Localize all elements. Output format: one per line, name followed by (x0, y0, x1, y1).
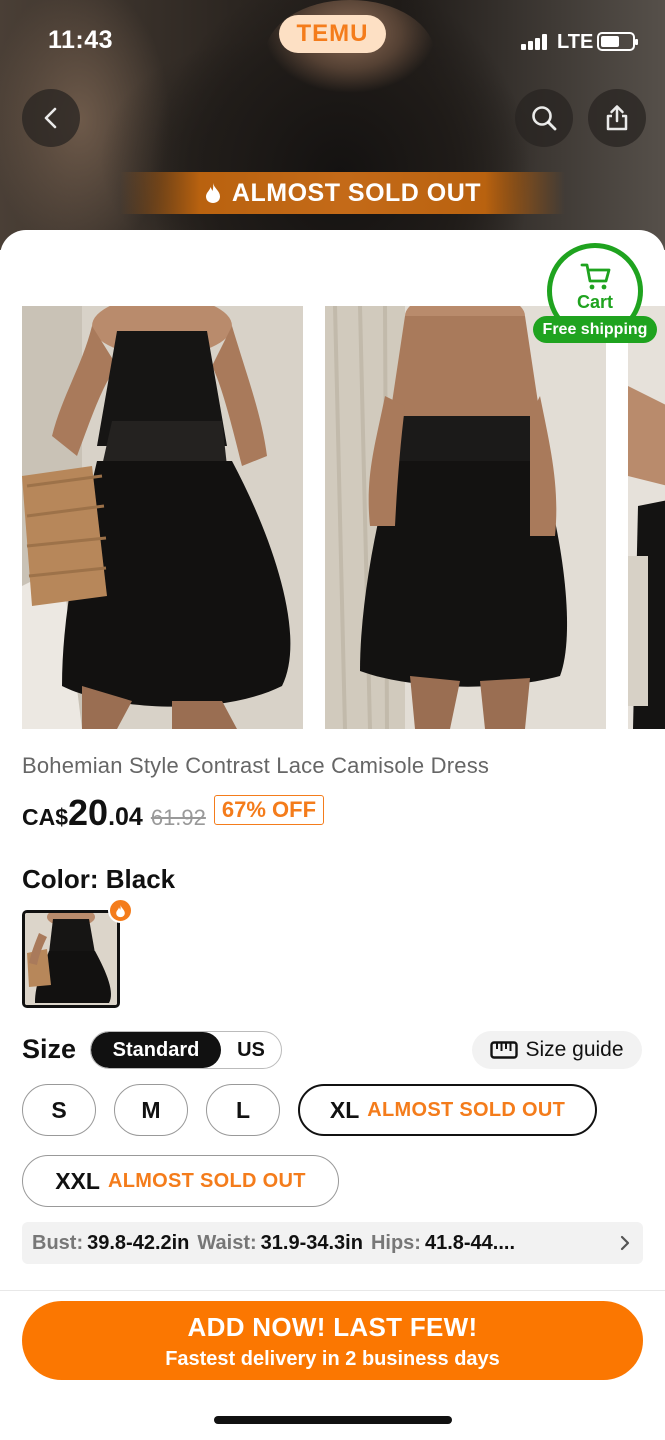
measure-key-hips: Hips: (370, 1231, 421, 1254)
size-option-xl[interactable]: XL ALMOST SOLD OUT (298, 1084, 597, 1136)
cta-sub-label: Fastest delivery in 2 business days (165, 1348, 500, 1370)
size-option-xxl[interactable]: XXL ALMOST SOLD OUT (22, 1155, 339, 1207)
stock-warning: ALMOST SOLD OUT (367, 1098, 566, 1121)
size-name: XXL (55, 1167, 100, 1194)
share-icon (606, 105, 628, 131)
size-guide-label: Size guide (525, 1038, 624, 1061)
chevron-right-icon (615, 1232, 635, 1254)
product-photo-next[interactable] (628, 306, 665, 729)
measure-key-waist: Waist: (197, 1231, 257, 1254)
cart-icon (580, 263, 611, 290)
measure-value-hips: 41.8-44.... (424, 1231, 516, 1254)
price-currency: CA$ (22, 804, 69, 830)
signal-icon (521, 34, 547, 50)
size-name: M (141, 1096, 161, 1123)
back-chevron-icon (44, 107, 57, 129)
measure-value-waist: 31.9-34.3in (260, 1231, 363, 1254)
flame-icon (116, 904, 125, 917)
stock-warning: ALMOST SOLD OUT (107, 1169, 306, 1192)
almost-sold-out-banner: ALMOST SOLD OUT (120, 172, 565, 214)
size-name: L (235, 1096, 251, 1123)
status-bar: 11:43 TEMU LTE (0, 0, 665, 80)
size-label: Size (22, 1034, 77, 1064)
product-gallery[interactable] (0, 306, 665, 730)
size-name: S (51, 1096, 67, 1123)
size-guide-button[interactable]: Size guide (472, 1031, 642, 1069)
divider (0, 1290, 665, 1291)
color-label: Color: Black (22, 864, 176, 894)
price-integer: 20 (68, 792, 109, 833)
back-button[interactable] (22, 89, 80, 147)
product-title: Bohemian Style Contrast Lace Camisole Dr… (22, 753, 490, 778)
color-swatch-black[interactable] (22, 910, 120, 1008)
product-photo-back[interactable] (325, 306, 606, 729)
search-button[interactable] (515, 89, 573, 147)
status-time: 11:43 (48, 26, 114, 54)
size-option-m[interactable]: M (114, 1084, 188, 1136)
price-decimal: .04 (108, 803, 143, 831)
unit-standard[interactable]: Standard (91, 1032, 221, 1068)
add-to-cart-button[interactable]: ADD NOW! LAST FEW! Fastest delivery in 2… (22, 1301, 643, 1380)
battery-icon (597, 32, 638, 51)
size-option-s[interactable]: S (22, 1084, 96, 1136)
home-indicator[interactable] (214, 1416, 452, 1424)
measurements-bar[interactable]: Bust: 39.8-42.2in Waist: 31.9-34.3in Hip… (22, 1222, 643, 1264)
product-photo-front[interactable] (22, 306, 303, 729)
price-row: CA$ 20 .04 61.92 67% OFF (22, 792, 325, 833)
cta-main-label: ADD NOW! LAST FEW! (187, 1312, 478, 1342)
ruler-icon (490, 1041, 519, 1059)
size-name: XL (329, 1096, 360, 1123)
discount-badge: 67% OFF (213, 795, 325, 825)
network-type: LTE (557, 31, 594, 53)
original-price: 61.92 (150, 805, 206, 830)
free-shipping-badge: Free shipping (533, 316, 657, 343)
brand-logo: TEMU (279, 15, 386, 53)
unit-us[interactable]: US (221, 1032, 281, 1068)
share-button[interactable] (588, 89, 646, 147)
measure-value-bust: 39.8-42.2in (87, 1231, 190, 1254)
search-icon (532, 106, 557, 131)
banner-text: ALMOST SOLD OUT (231, 178, 482, 207)
size-unit-toggle[interactable]: Standard US (90, 1031, 282, 1069)
cart-label: Cart (576, 292, 613, 312)
hot-badge (108, 898, 133, 923)
measure-key-bust: Bust: (32, 1231, 84, 1254)
flame-icon (205, 183, 220, 203)
size-option-l[interactable]: L (206, 1084, 280, 1136)
